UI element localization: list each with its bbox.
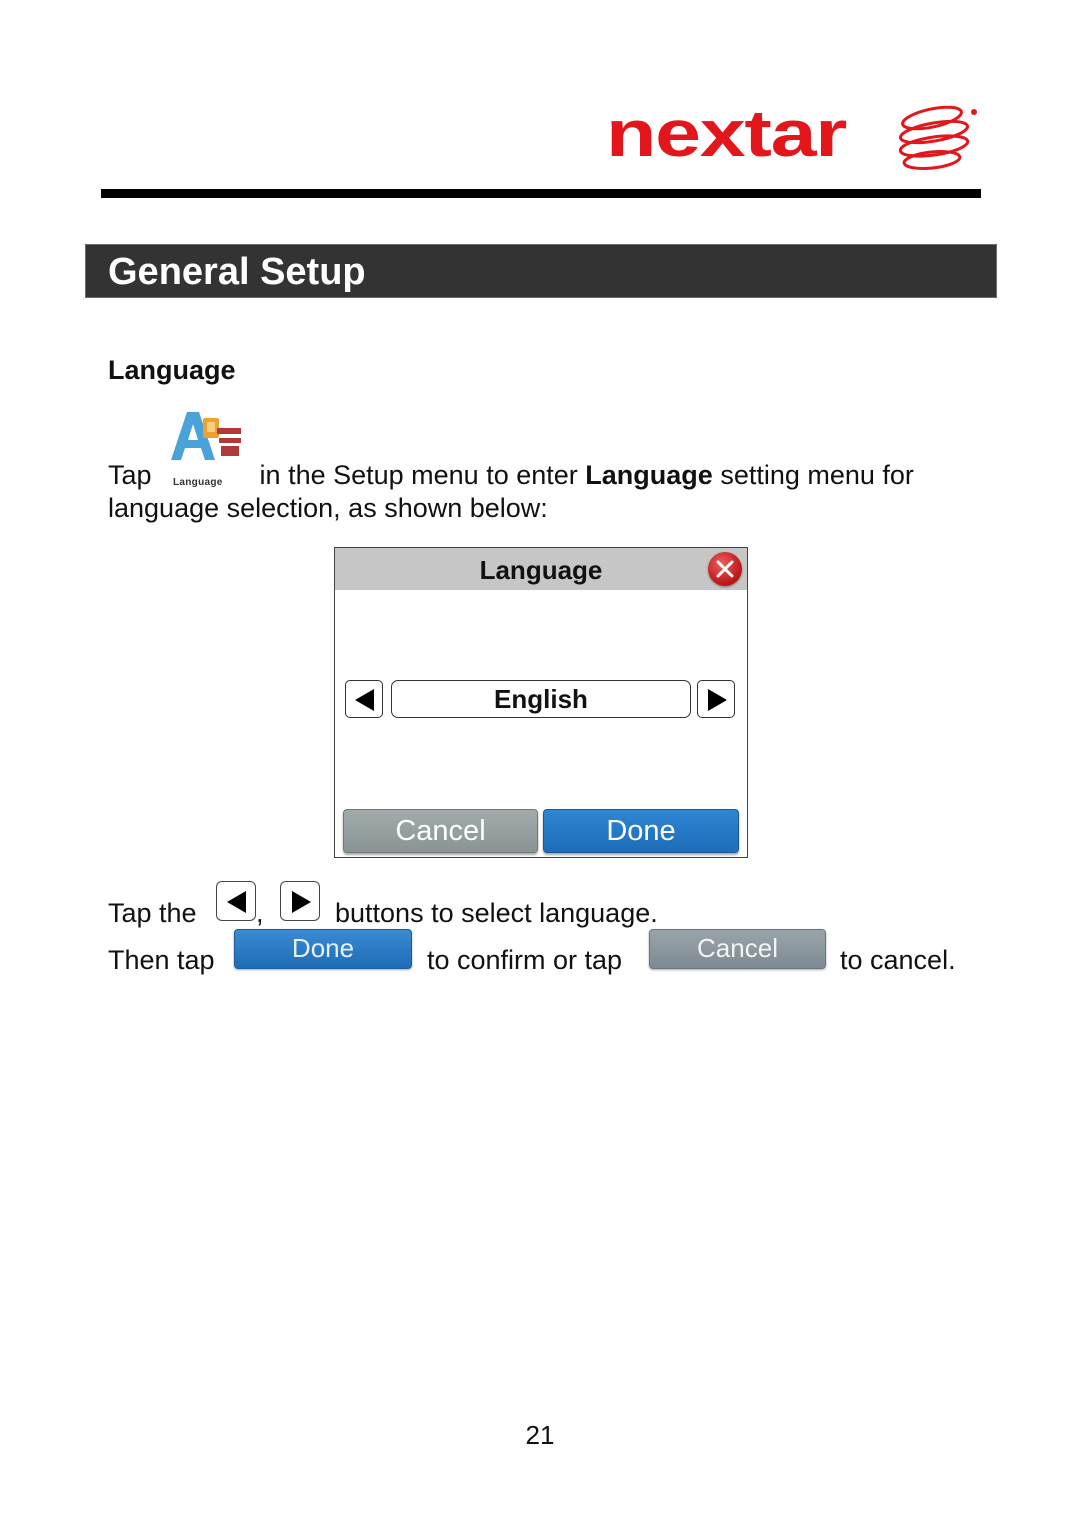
intro-text: in the Setup menu to enter <box>259 460 578 490</box>
intro-tap: Tap <box>108 460 152 490</box>
triangle-left-icon <box>355 689 374 711</box>
dialog-done-button[interactable]: Done <box>543 809 739 853</box>
intro-line-1: Tap in the Setup menu to enter Language s… <box>108 459 914 492</box>
language-dialog: Language English Cancel Done <box>334 547 748 858</box>
previous-language-button[interactable] <box>345 680 383 718</box>
next-language-button[interactable] <box>697 680 735 718</box>
logo-swirl-icon <box>898 105 977 170</box>
triangle-left-icon <box>227 891 246 913</box>
dialog-cancel-button[interactable]: Cancel <box>343 809 538 853</box>
instruction-line-2-start: Then tap <box>108 945 215 975</box>
inline-next-button-image <box>280 881 320 921</box>
selected-language-field: English <box>391 680 691 718</box>
instruction-line-1-end: buttons to select language. <box>335 898 658 928</box>
instruction-line-2-end: to cancel. <box>840 945 956 975</box>
logo-wordmark: nextar <box>606 96 847 170</box>
instruction-comma: , <box>256 898 264 928</box>
triangle-right-icon <box>708 689 727 711</box>
header-rule <box>101 189 981 198</box>
intro-text-after: setting menu for <box>720 460 914 490</box>
inline-cancel-button-image: Cancel <box>649 929 826 969</box>
instruction-line-1-start: Tap the <box>108 898 197 928</box>
subsection-heading: Language <box>108 355 236 385</box>
triangle-right-icon <box>292 891 311 913</box>
section-header-bar: General Setup <box>85 244 997 298</box>
intro-line-2: language selection, as shown below: <box>108 493 548 523</box>
section-title: General Setup <box>108 251 366 293</box>
close-icon <box>716 560 734 578</box>
dialog-title: Language <box>479 555 603 585</box>
intro-bold-language: Language <box>585 460 713 490</box>
dialog-header: Language <box>335 548 747 590</box>
page-number: 21 <box>525 1420 555 1450</box>
dialog-close-button[interactable] <box>708 552 742 586</box>
inline-previous-button-image <box>216 881 256 921</box>
inline-done-button-image: Done <box>234 929 412 969</box>
instruction-line-2-mid: to confirm or tap <box>427 945 623 975</box>
nextar-logo: nextar <box>606 98 978 172</box>
